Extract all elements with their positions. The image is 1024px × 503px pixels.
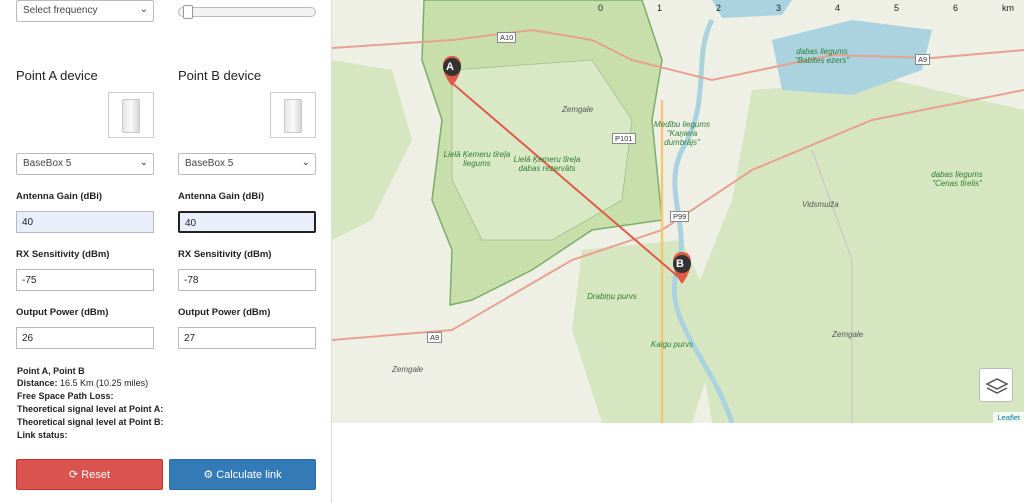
layers-icon	[985, 378, 1009, 394]
result-signal-a: Theoretical signal level at Point A:	[17, 404, 164, 414]
point-b-output-power-label: Output Power (dBm)	[178, 307, 271, 318]
result-fspl: Free Space Path Loss:	[17, 391, 114, 401]
distance-label: Distance:	[17, 378, 58, 388]
point-a-rx-sensitivity-input[interactable]: -75	[16, 269, 154, 291]
road-p99: P99	[670, 211, 690, 222]
scale-tick-3: 3	[776, 3, 782, 13]
result-distance: Distance: 16.5 Km (10.25 miles)	[17, 378, 148, 388]
point-b-device-select[interactable]: BaseBox 5 ⌄	[178, 153, 316, 175]
gear-icon: ⚙	[203, 469, 214, 481]
marker-a-label: A	[446, 61, 454, 73]
point-a-title: Point A device	[16, 68, 98, 83]
chevron-down-icon: ⌄	[139, 4, 148, 15]
point-a-device-image	[108, 92, 154, 138]
map[interactable]: A B 0 1 2 3 4 5 6 km dabas liegums "Babī…	[332, 0, 1024, 423]
scale-unit: km	[1002, 3, 1014, 13]
scale-tick-0: 0	[598, 3, 604, 13]
scale-tick-1: 1	[657, 3, 663, 13]
label-zemgale-bottom: Zemgale	[392, 365, 424, 374]
frequency-select[interactable]: Select frequency ⌄	[16, 0, 154, 22]
label-zemgale-right: Zemgale	[832, 330, 864, 339]
slider-thumb[interactable]	[183, 5, 193, 19]
road-p101: P101	[612, 133, 636, 144]
scale-tick-6: 6	[953, 3, 959, 13]
road-a9-left: A9	[427, 332, 443, 343]
label-medibu: Medību liegums "Kaņiera dumbrājs"	[653, 120, 711, 147]
point-b-device-image	[270, 92, 316, 138]
point-a-antenna-gain-label: Antenna Gain (dBi)	[16, 191, 103, 202]
leaflet-attribution-link[interactable]: Leaflet	[993, 412, 1024, 423]
distance-value: 16.5 Km (10.25 miles)	[60, 378, 149, 388]
scale-tick-4: 4	[835, 3, 841, 13]
label-zemgale-top: Zemgale	[562, 105, 594, 114]
point-a-device-value: BaseBox 5	[23, 158, 72, 169]
scale-tick-2: 2	[716, 3, 722, 13]
marker-b-label: B	[676, 258, 684, 270]
road-a9-right: A9	[915, 54, 931, 65]
result-signal-b: Theoretical signal level at Point B:	[17, 417, 164, 427]
point-b-output-power-input[interactable]: 27	[178, 327, 316, 349]
point-b-antenna-gain-input[interactable]: 40	[178, 211, 316, 233]
point-a-output-power-input[interactable]: 26	[16, 327, 154, 349]
result-points: Point A, Point B	[17, 366, 85, 376]
point-b-antenna-gain-label: Antenna Gain (dBi)	[178, 191, 265, 202]
reset-button-label: Reset	[81, 469, 111, 481]
refresh-icon: ⟳	[68, 469, 79, 481]
point-a-device-select[interactable]: BaseBox 5 ⌄	[16, 153, 154, 175]
frequency-slider[interactable]	[178, 5, 316, 19]
chevron-down-icon: ⌄	[301, 157, 310, 168]
road-a10: A10	[497, 32, 517, 43]
frequency-select-label: Select frequency	[23, 5, 98, 16]
result-link-status: Link status:	[17, 430, 68, 440]
point-b-rx-sensitivity-label: RX Sensitivity (dBm)	[178, 249, 272, 260]
label-babites: dabas liegums "Babītes ezers"	[794, 47, 850, 65]
label-drabinu: Drabiņu purvs	[587, 292, 637, 301]
label-vidsmuiza: Vidsmuiža	[802, 200, 839, 209]
label-kemeru-rezervats: Lielā Ķemeru tīreļa dabas rezervāts	[513, 155, 581, 173]
point-a-output-power-label: Output Power (dBm)	[16, 307, 109, 318]
label-kemeru-liegums: Lielā Ķemeru tīreļa liegums	[443, 150, 511, 168]
point-b-rx-sensitivity-input[interactable]: -78	[178, 269, 316, 291]
left-panel: Select frequency ⌄ Point A device Point …	[0, 0, 332, 503]
point-b-device-value: BaseBox 5	[185, 158, 234, 169]
label-cenas: dabas liegums "Cenas tīrelis"	[931, 170, 983, 188]
point-a-rx-sensitivity-label: RX Sensitivity (dBm)	[16, 249, 110, 260]
reset-button[interactable]: ⟳ Reset	[16, 459, 163, 490]
label-kaigu: Kaigu purvs	[650, 340, 694, 349]
point-a-antenna-gain-input[interactable]: 40	[16, 211, 154, 233]
scale-tick-5: 5	[894, 3, 900, 13]
calculate-button-label: Calculate link	[216, 469, 282, 481]
chevron-down-icon: ⌄	[139, 157, 148, 168]
point-b-title: Point B device	[178, 68, 262, 83]
layers-control[interactable]	[979, 368, 1013, 402]
calculate-link-button[interactable]: ⚙ Calculate link	[169, 459, 316, 490]
